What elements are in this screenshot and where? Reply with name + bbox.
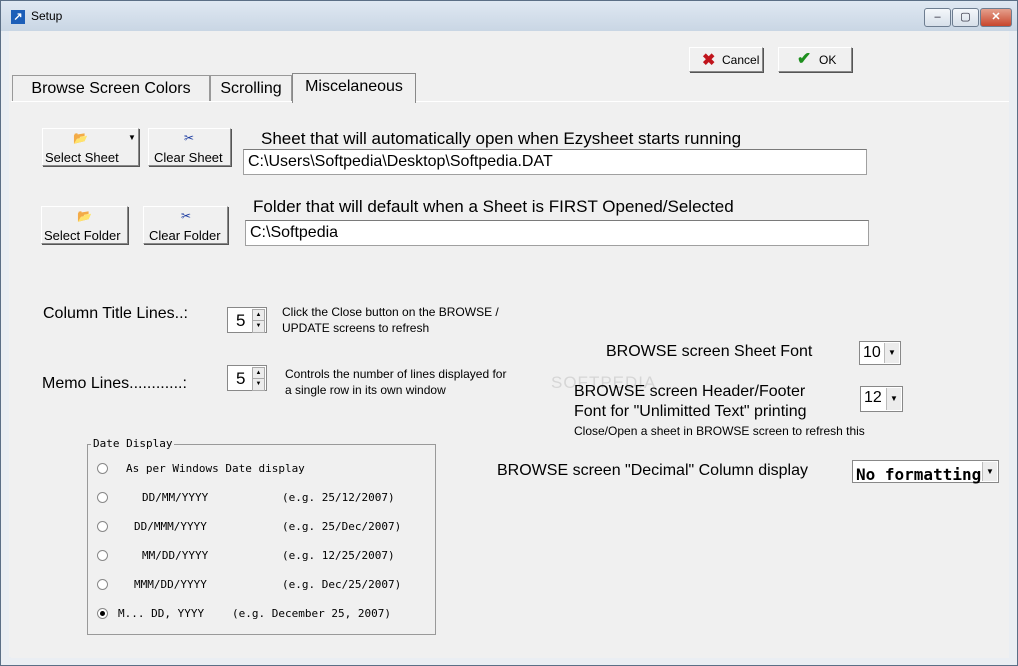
memo-lines-value: 5 <box>236 369 246 388</box>
spin-down-icon[interactable]: ▼ <box>252 320 265 333</box>
app-icon: ↗ <box>11 10 25 24</box>
open-folder-icon: 📂 <box>77 209 92 223</box>
setup-window: ↗ Setup – ▢ ✕ ✖ Cancel ✔ OK Browse Scree… <box>0 0 1018 666</box>
column-title-hint-2: UPDATE screens to refresh <box>282 321 430 335</box>
cross-icon: ✖ <box>702 52 716 69</box>
maximize-button[interactable]: ▢ <box>952 8 979 27</box>
tab-scrolling[interactable]: Scrolling <box>210 75 292 101</box>
select-sheet-label: Select Sheet <box>45 150 119 165</box>
select-folder-button[interactable]: 📂 Select Folder <box>41 206 128 244</box>
clear-folder-label: Clear Folder <box>149 228 221 243</box>
scissors-icon: ✂ <box>181 209 192 223</box>
cancel-button[interactable]: ✖ Cancel <box>689 47 763 72</box>
scissors-icon: ✂ <box>184 131 195 145</box>
folder-path-field[interactable]: C:\Softpedia <box>245 220 869 246</box>
date-option-example: (e.g. 25/Dec/2007) <box>282 520 402 533</box>
date-option-example: (e.g. December 25, 2007) <box>232 607 391 620</box>
column-title-lines-label: Column Title Lines..: <box>43 305 188 322</box>
spin-down-icon[interactable]: ▼ <box>252 378 265 391</box>
header-font-hint: Close/Open a sheet in BROWSE screen to r… <box>574 424 865 438</box>
select-folder-label: Select Folder <box>44 228 121 243</box>
cancel-label: Cancel <box>722 53 760 67</box>
sheet-path-field[interactable]: C:\Users\Softpedia\Desktop\Softpedia.DAT <box>243 149 867 175</box>
sheet-heading: Sheet that will automatically open when … <box>261 129 742 148</box>
header-font-label-2: Font for "Unlimitted Text" printing <box>574 403 807 420</box>
header-font-select[interactable]: 12 ▼ <box>860 386 903 412</box>
date-option-format: As per Windows Date display <box>126 462 305 475</box>
date-option-example: (e.g. Dec/25/2007) <box>282 578 402 591</box>
decimal-display-label: BROWSE screen "Decimal" Column display <box>497 462 809 479</box>
folder-heading: Folder that will default when a Sheet is… <box>253 197 734 216</box>
select-sheet-button[interactable]: 📂 Select Sheet ▼ <box>42 128 139 166</box>
date-option-radio-dd-mmm-yyyy[interactable] <box>97 521 108 532</box>
tab-browse-screen-colors[interactable]: Browse Screen Colors <box>12 75 210 101</box>
chevron-down-icon[interactable]: ▼ <box>884 343 899 363</box>
sheet-font-value: 10 <box>863 344 881 361</box>
date-option-example: (e.g. 12/25/2007) <box>282 549 395 562</box>
memo-lines-spinner[interactable]: 5 ▲ ▼ <box>227 365 267 391</box>
decimal-display-value: No formatting <box>856 465 982 484</box>
ok-button[interactable]: ✔ OK <box>778 47 852 72</box>
minimize-button[interactable]: – <box>924 8 951 27</box>
close-button[interactable]: ✕ <box>980 8 1012 27</box>
memo-hint-1: Controls the number of lines displayed f… <box>285 367 507 381</box>
tab-miscelaneous[interactable]: Miscelaneous <box>292 73 416 103</box>
column-title-hint-1: Click the Close button on the BROWSE / <box>282 305 499 319</box>
date-option-radio-windows[interactable] <box>97 463 108 474</box>
column-title-lines-spinner[interactable]: 5 ▲ ▼ <box>227 307 267 333</box>
open-folder-icon: 📂 <box>73 131 88 145</box>
sheet-font-select[interactable]: 10 ▼ <box>859 341 901 365</box>
dropdown-arrow-icon: ▼ <box>128 133 136 142</box>
date-option-example: (e.g. 25/12/2007) <box>282 491 395 504</box>
window-title: Setup <box>31 9 63 23</box>
chevron-down-icon[interactable]: ▼ <box>886 388 901 410</box>
date-option-format: MMM/DD/YYYY <box>134 578 207 591</box>
memo-lines-label: Memo Lines............: <box>42 375 187 392</box>
date-option-format: M... DD, YYYY <box>118 607 205 620</box>
clear-sheet-label: Clear Sheet <box>154 150 223 165</box>
header-font-value: 12 <box>864 389 882 406</box>
date-option-radio-mmm-dd-yyyy[interactable] <box>97 579 108 590</box>
date-option-format: DD/MM/YYYY <box>142 491 209 504</box>
memo-hint-2: a single row in its own window <box>285 383 446 397</box>
decimal-display-select[interactable]: No formatting ▼ <box>852 460 999 484</box>
date-option-format: DD/MMM/YYYY <box>134 520 207 533</box>
column-title-lines-value: 5 <box>236 311 246 330</box>
date-option-radio-mm-dd-yyyy[interactable] <box>97 550 108 561</box>
clear-sheet-button[interactable]: ✂ Clear Sheet <box>148 128 231 166</box>
date-option-radio-month-name[interactable] <box>97 608 108 619</box>
sheet-font-label: BROWSE screen Sheet Font <box>606 343 813 360</box>
date-display-title: Date Display <box>91 437 175 450</box>
header-font-label-1: BROWSE screen Header/Footer <box>574 383 806 400</box>
ok-label: OK <box>819 53 837 67</box>
title-bar[interactable]: ↗ Setup – ▢ ✕ <box>1 1 1017 31</box>
date-option-radio-dd-mm-yyyy[interactable] <box>97 492 108 503</box>
checkmark-icon: ✔ <box>797 49 812 68</box>
clear-folder-button[interactable]: ✂ Clear Folder <box>143 206 228 244</box>
chevron-down-icon[interactable]: ▼ <box>982 462 997 481</box>
date-option-format: MM/DD/YYYY <box>142 549 209 562</box>
